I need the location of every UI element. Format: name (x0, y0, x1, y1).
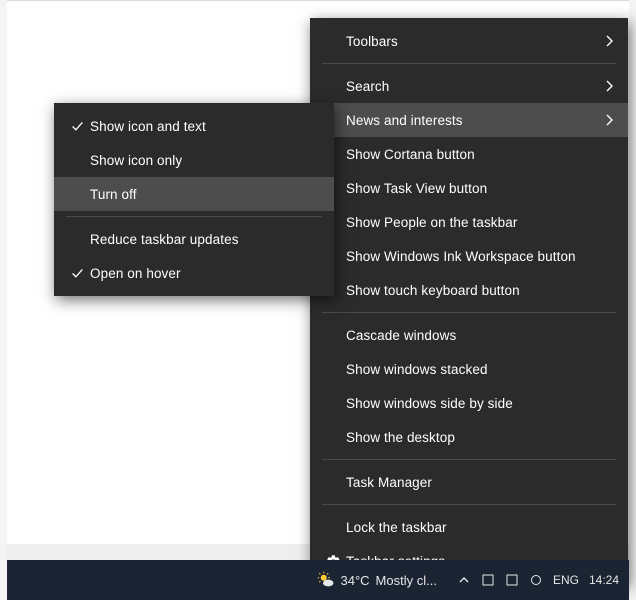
menu-item-news-and-interests[interactable]: News and interests (310, 103, 628, 137)
weather-temperature: 34°C (341, 573, 370, 588)
weather-widget[interactable]: 34°C Mostly cl... (307, 560, 447, 600)
check-icon (64, 267, 90, 280)
menu-label: Show the desktop (346, 430, 596, 445)
system-tray[interactable]: ENG 14:24 (447, 560, 629, 600)
menu-item-task-manager[interactable]: Task Manager (310, 465, 628, 499)
menu-label: Show Task View button (346, 181, 596, 196)
menu-label: Show icon and text (90, 119, 302, 134)
chevron-right-icon (596, 80, 614, 92)
menu-item-show-people[interactable]: Show People on the taskbar (310, 205, 628, 239)
menu-label: Reduce taskbar updates (90, 232, 302, 247)
news-interests-submenu: Show icon and text Show icon only Turn o… (54, 103, 334, 296)
menu-label: Show Cortana button (346, 147, 596, 162)
menu-label: Show touch keyboard button (346, 283, 596, 298)
menu-label: Show Windows Ink Workspace button (346, 249, 596, 264)
separator (66, 216, 322, 217)
weather-description: Mostly cl... (376, 573, 437, 588)
menu-item-show-desktop[interactable]: Show the desktop (310, 420, 628, 454)
menu-label: Search (346, 79, 596, 94)
menu-label: Turn off (90, 187, 302, 202)
submenu-item-show-icon-only[interactable]: Show icon only (54, 143, 334, 177)
menu-item-cascade[interactable]: Cascade windows (310, 318, 628, 352)
menu-item-toolbars[interactable]: Toolbars (310, 24, 628, 58)
menu-label: Show windows side by side (346, 396, 596, 411)
menu-label: Show windows stacked (346, 362, 596, 377)
taskbar[interactable]: 34°C Mostly cl... ENG 14:24 (7, 560, 629, 600)
menu-label: Toolbars (346, 34, 596, 49)
submenu-item-reduce-updates[interactable]: Reduce taskbar updates (54, 222, 334, 256)
menu-item-show-cortana[interactable]: Show Cortana button (310, 137, 628, 171)
submenu-item-open-on-hover[interactable]: Open on hover (54, 256, 334, 290)
menu-item-show-task-view[interactable]: Show Task View button (310, 171, 628, 205)
submenu-item-show-icon-text[interactable]: Show icon and text (54, 109, 334, 143)
taskbar-context-menu: Toolbars Search News and interests Show … (310, 18, 628, 584)
menu-item-show-touch-keyboard[interactable]: Show touch keyboard button (310, 273, 628, 307)
tray-app-icon[interactable] (529, 573, 543, 587)
separator (322, 459, 616, 460)
menu-label: Show People on the taskbar (346, 215, 596, 230)
submenu-item-turn-off[interactable]: Turn off (54, 177, 334, 211)
menu-label: Task Manager (346, 475, 596, 490)
chevron-right-icon (596, 114, 614, 126)
menu-item-side-by-side[interactable]: Show windows side by side (310, 386, 628, 420)
check-icon (64, 120, 90, 133)
separator (322, 504, 616, 505)
menu-label: Cascade windows (346, 328, 596, 343)
tray-app-icon[interactable] (505, 573, 519, 587)
weather-icon (317, 571, 335, 589)
menu-label: Lock the taskbar (346, 520, 596, 535)
menu-label: News and interests (346, 113, 596, 128)
menu-label: Show icon only (90, 153, 302, 168)
chevron-up-icon[interactable] (457, 573, 471, 587)
menu-label: Open on hover (90, 266, 302, 281)
tray-language[interactable]: ENG (553, 573, 579, 587)
menu-item-search[interactable]: Search (310, 69, 628, 103)
separator (322, 63, 616, 64)
tray-time[interactable]: 14:24 (589, 573, 619, 587)
menu-item-stacked[interactable]: Show windows stacked (310, 352, 628, 386)
tray-app-icon[interactable] (481, 573, 495, 587)
menu-item-lock-taskbar[interactable]: Lock the taskbar (310, 510, 628, 544)
separator (322, 312, 616, 313)
menu-item-show-ink[interactable]: Show Windows Ink Workspace button (310, 239, 628, 273)
chevron-right-icon (596, 35, 614, 47)
